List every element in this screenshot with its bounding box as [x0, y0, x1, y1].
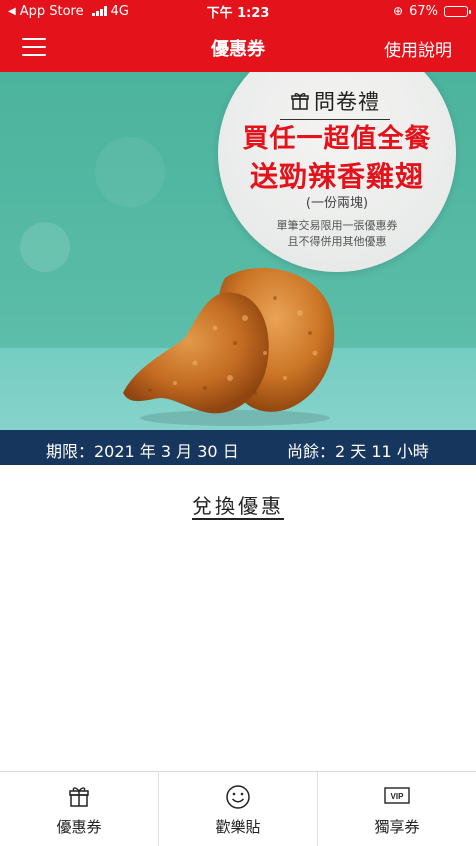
- nav-bar: 優惠券 使用說明: [0, 22, 476, 72]
- back-app-label[interactable]: App Store: [20, 4, 84, 19]
- expiry-remaining: 尚餘：2 天 11 小時: [287, 442, 429, 461]
- promo-terms-1: 單筆交易限用一張優惠券: [276, 219, 398, 232]
- tab-label: 歡樂貼: [215, 818, 261, 836]
- redeem-button[interactable]: 兌換優惠: [192, 494, 284, 518]
- promo-banner: 問卷禮 買任一超值全餐 送勁辣香雞翅 (一份兩塊) 單筆交易限用一張優惠券 且不…: [0, 72, 476, 430]
- expiry-deadline: 期限：2021 年 3 月 30 日: [46, 442, 239, 461]
- network-label: 4G: [110, 3, 129, 19]
- tab-label: 優惠券: [56, 818, 102, 836]
- fried-chicken-image: [123, 268, 335, 426]
- promo-headline-2: 送勁辣香雞翅: [249, 160, 424, 193]
- battery-icon: [444, 5, 471, 17]
- decor-bubble: [95, 137, 165, 207]
- status-bar: ◀ App Store 4G 下午 1:23 ⊕ 67%: [0, 0, 476, 22]
- help-button[interactable]: 使用說明: [384, 36, 452, 61]
- vip-icon: VIP: [384, 784, 410, 810]
- gift-icon: [66, 784, 92, 810]
- promo-headline-1: 買任一超值全餐: [242, 124, 432, 154]
- promo-tag: 問卷禮: [280, 86, 390, 120]
- tab-exclusive[interactable]: VIP 獨享券: [317, 772, 476, 846]
- expiry-bar: 期限：2021 年 3 月 30 日 尚餘：2 天 11 小時: [0, 430, 476, 465]
- promo-tag-label: 問卷禮: [314, 90, 380, 114]
- status-left: ◀ App Store 4G: [8, 4, 129, 19]
- vip-icon-text: VIP: [391, 792, 405, 801]
- tab-stickers[interactable]: 歡樂貼: [158, 772, 317, 846]
- promo-terms-2: 且不得併用其他優惠: [287, 235, 387, 248]
- battery-percent: 67%: [409, 3, 438, 19]
- signal-icon: [91, 6, 107, 16]
- tab-coupons[interactable]: 優惠券: [0, 772, 158, 846]
- gift-icon: [291, 93, 309, 110]
- tab-label: 獨享券: [374, 818, 420, 836]
- status-right: ⊕ 67%: [393, 3, 471, 19]
- decor-bubble: [20, 222, 70, 272]
- bottom-tab-bar: 優惠券 歡樂貼 VIP 獨享券: [0, 771, 476, 846]
- back-arrow-icon[interactable]: ◀: [8, 6, 16, 17]
- smiley-icon: [225, 784, 251, 810]
- redeem-section: 兌換優惠: [0, 490, 476, 519]
- orientation-lock-icon: ⊕: [393, 4, 404, 18]
- promo-portion: (一份兩塊): [305, 196, 369, 211]
